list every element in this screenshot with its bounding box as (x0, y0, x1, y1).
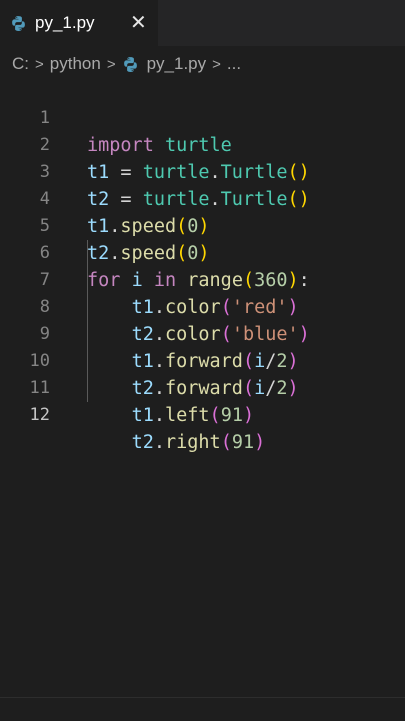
code-line[interactable]: 5 t2.speed(0) (0, 186, 405, 264)
code-line[interactable]: 11 t1.left(91) (0, 348, 405, 426)
code-line[interactable]: 6 for i in range(360): (0, 213, 405, 291)
code-line[interactable]: 9 t1.forward(i/2) (0, 294, 405, 372)
code-line[interactable]: 8 t2.color('blue') (0, 267, 405, 345)
close-icon[interactable]: ✕ (130, 11, 147, 33)
code-text: t2.right(91) (131, 432, 266, 453)
breadcrumb-folder[interactable]: python (50, 54, 101, 74)
code-editor[interactable]: 1 import turtle 2 t1 = turtle.Turtle() 3… (0, 78, 405, 698)
line-number: 12 (29, 405, 50, 425)
breadcrumb-more[interactable]: ... (227, 54, 241, 74)
chevron-right-icon: > (35, 55, 44, 73)
code-line[interactable]: 10 t2.forward(i/2) (0, 321, 405, 399)
code-line[interactable]: 4 t1.speed(0) (0, 159, 405, 237)
chevron-right-icon: > (212, 55, 221, 73)
code-line[interactable]: 7 t1.color('red') (0, 240, 405, 318)
code-line[interactable]: 2 t1 = turtle.Turtle() (0, 105, 405, 183)
breadcrumb-file[interactable]: py_1.py (147, 54, 207, 74)
code-line-active[interactable]: 12 t2.right(91) (0, 375, 405, 453)
tab-bar: py_1.py ✕ (0, 0, 405, 46)
python-file-icon (12, 15, 25, 31)
bottom-bar (0, 697, 405, 721)
breadcrumb-drive[interactable]: C: (12, 54, 29, 74)
breadcrumb: C: > python > py_1.py > ... (0, 46, 405, 82)
tab-py-1[interactable]: py_1.py ✕ (0, 0, 158, 46)
code-line[interactable]: 3 t2 = turtle.Turtle() (0, 132, 405, 210)
code-text: t1.left(91) (131, 405, 255, 426)
python-file-icon (123, 56, 137, 72)
chevron-right-icon: > (106, 55, 116, 73)
tab-title: py_1.py (35, 13, 95, 32)
code-line[interactable]: 1 import turtle (0, 78, 405, 156)
